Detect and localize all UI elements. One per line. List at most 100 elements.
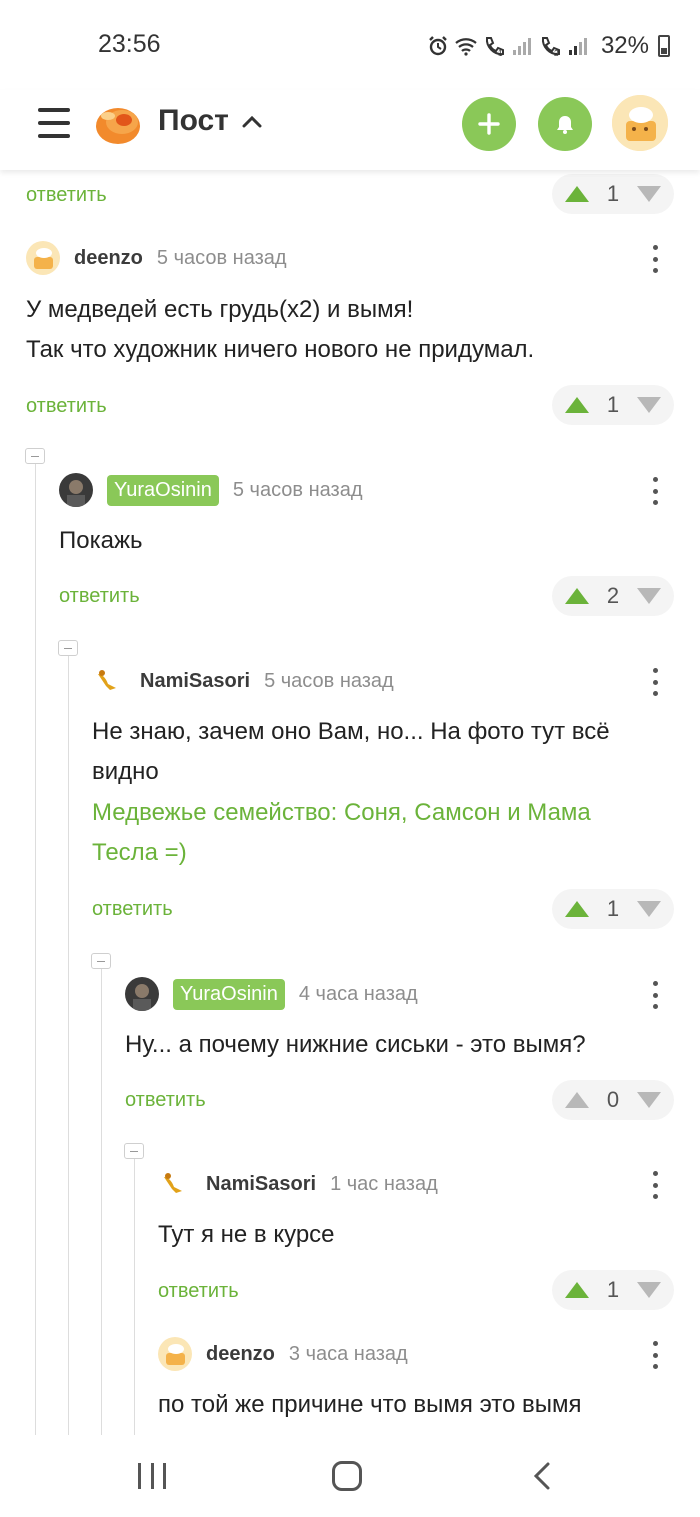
notifications-button[interactable] xyxy=(538,97,592,151)
status-icons: 1 2 32% xyxy=(427,32,670,60)
reply-link[interactable]: ответить xyxy=(59,585,140,608)
downvote-icon[interactable] xyxy=(636,900,662,918)
downvote-icon[interactable] xyxy=(636,396,662,414)
battery-percent: 32% xyxy=(600,32,649,59)
reply-link[interactable]: ответить xyxy=(92,898,173,921)
comment-header: deenzo 5 часов назад xyxy=(26,241,287,275)
more-options-icon[interactable] xyxy=(651,668,659,696)
comment-header: NamiSasori 5 часов назад xyxy=(92,664,394,698)
pikabu-logo-icon[interactable] xyxy=(94,100,142,146)
comment-text-line: Не знаю, зачем оно Вам, но... На фото ту… xyxy=(92,718,610,745)
avatar[interactable] xyxy=(158,1337,192,1371)
rating-count: 1 xyxy=(606,392,620,417)
rating-count: 1 xyxy=(606,181,620,206)
status-bar: 23:56 1 2 32% xyxy=(0,0,700,90)
avatar[interactable] xyxy=(92,664,126,698)
avatar[interactable] xyxy=(26,241,60,275)
page-title[interactable]: Пост xyxy=(158,104,229,138)
comment-link[interactable]: Медвежье семейство: Соня, Самсон и Мама xyxy=(92,793,591,833)
vote-control: 1 xyxy=(552,889,674,929)
bell-icon xyxy=(557,116,573,134)
comments-feed[interactable]: ответить 1 deenzo 5 часов назад У медвед… xyxy=(0,170,700,1435)
comment-time[interactable]: 5 часов назад xyxy=(233,479,363,502)
thread-line xyxy=(134,1157,135,1435)
reply-link[interactable]: ответить xyxy=(125,1089,206,1112)
reply-link[interactable]: ответить xyxy=(26,184,107,207)
more-options-icon[interactable] xyxy=(651,477,659,505)
comment-text-line: Ну... а почему нижние сиськи - это вымя? xyxy=(125,1031,586,1058)
downvote-icon[interactable] xyxy=(636,587,662,605)
user-avatar[interactable] xyxy=(612,95,668,151)
comment-author[interactable]: deenzo xyxy=(206,1343,275,1366)
reply-link[interactable]: ответить xyxy=(158,1280,239,1303)
downvote-icon[interactable] xyxy=(636,1281,662,1299)
chevron-up-icon[interactable] xyxy=(240,110,264,134)
comment-link[interactable]: Тесла =) xyxy=(92,833,187,873)
reply-link[interactable]: ответить xyxy=(26,395,107,418)
thread-line xyxy=(35,462,36,1435)
more-options-icon[interactable] xyxy=(651,245,659,273)
rating-count: 2 xyxy=(606,583,620,608)
upvote-icon[interactable] xyxy=(564,1281,590,1299)
upvote-icon[interactable] xyxy=(564,900,590,918)
svg-text:2: 2 xyxy=(554,49,559,57)
call-sim1-icon: 1 xyxy=(485,37,504,57)
alarm-icon xyxy=(429,36,447,56)
comment-text-line: У медведей есть грудь(x2) и вымя! xyxy=(26,296,414,323)
comment-author[interactable]: NamiSasori xyxy=(206,1173,316,1196)
downvote-icon[interactable] xyxy=(636,1091,662,1109)
comment-author[interactable]: YuraOsinin xyxy=(173,978,285,1010)
plus-icon xyxy=(478,113,500,135)
home-icon[interactable] xyxy=(332,1461,362,1491)
add-post-button[interactable] xyxy=(462,97,516,151)
comment-time[interactable]: 1 час назад xyxy=(330,1173,438,1196)
vote-control: 1 xyxy=(552,385,674,425)
comment-text-line: Покажь xyxy=(59,527,143,554)
comment-author[interactable]: YuraOsinin xyxy=(107,474,219,506)
wifi-icon xyxy=(455,38,477,56)
comment-author[interactable]: NamiSasori xyxy=(140,670,250,693)
recents-icon[interactable] xyxy=(138,1463,166,1489)
thread-line xyxy=(68,654,69,1435)
avatar-image xyxy=(612,95,668,151)
upvote-icon[interactable] xyxy=(564,396,590,414)
rating-count: 1 xyxy=(606,896,620,921)
comment-time[interactable]: 5 часов назад xyxy=(157,247,287,270)
avatar[interactable] xyxy=(158,1167,192,1201)
upvote-icon[interactable] xyxy=(564,587,590,605)
signal-icon xyxy=(512,38,531,55)
signal-icon xyxy=(568,38,587,55)
back-icon[interactable] xyxy=(530,1461,556,1491)
vote-control: 2 xyxy=(552,576,674,616)
comment-text-line: видно xyxy=(92,758,159,785)
comment-header: YuraOsinin 5 часов назад xyxy=(59,473,363,507)
vote-control: 1 xyxy=(552,174,674,214)
more-options-icon[interactable] xyxy=(651,981,659,1009)
collapse-thread-button[interactable] xyxy=(91,953,111,969)
downvote-icon[interactable] xyxy=(636,185,662,203)
collapse-thread-button[interactable] xyxy=(58,640,78,656)
more-options-icon[interactable] xyxy=(651,1171,659,1199)
more-options-icon[interactable] xyxy=(651,1341,659,1369)
call-sim2-icon: 2 xyxy=(541,37,560,57)
collapse-thread-button[interactable] xyxy=(124,1143,144,1159)
avatar[interactable] xyxy=(59,473,93,507)
vote-control: 1 xyxy=(552,1270,674,1310)
comment-author[interactable]: deenzo xyxy=(74,247,143,270)
system-nav-bar xyxy=(0,1435,700,1517)
comment-time[interactable]: 3 часа назад xyxy=(289,1343,408,1366)
comment-text-line: по той же причине что вымя это вымя xyxy=(158,1391,582,1418)
comment-time[interactable]: 5 часов назад xyxy=(264,670,394,693)
status-time: 23:56 xyxy=(98,30,161,58)
comment-time[interactable]: 4 часа назад xyxy=(299,983,418,1006)
collapse-thread-button[interactable] xyxy=(25,448,45,464)
avatar[interactable] xyxy=(125,977,159,1011)
vote-control: 0 xyxy=(552,1080,674,1120)
svg-text:1: 1 xyxy=(498,49,503,57)
upvote-icon[interactable] xyxy=(564,1091,590,1109)
comment-text-line: Так что художник ничего нового не придум… xyxy=(26,336,535,363)
upvote-icon[interactable] xyxy=(564,185,590,203)
hamburger-icon[interactable] xyxy=(38,108,70,138)
comment-text-line: Тут я не в курсе xyxy=(158,1221,335,1248)
thread-line xyxy=(101,967,102,1435)
